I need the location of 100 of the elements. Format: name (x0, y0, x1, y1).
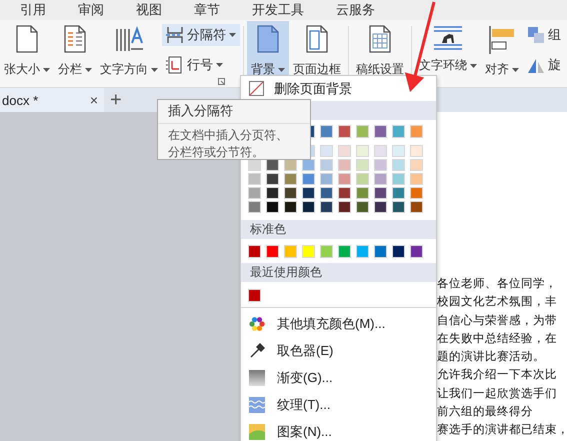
color-swatch[interactable] (374, 125, 387, 138)
menu-tab[interactable]: 视图 (136, 1, 162, 19)
color-swatch[interactable] (284, 173, 297, 185)
menu-tab[interactable]: 云服务 (336, 1, 375, 19)
dialog-launcher-icon[interactable] (218, 78, 225, 85)
color-swatch[interactable] (392, 187, 405, 199)
group-icon (527, 26, 545, 44)
color-swatch[interactable] (392, 173, 405, 185)
menu-tab[interactable]: 开发工具 (252, 1, 304, 19)
color-swatch[interactable] (284, 187, 297, 199)
color-swatch[interactable] (374, 187, 387, 199)
color-swatch[interactable] (338, 187, 351, 199)
color-swatch[interactable] (338, 145, 351, 157)
color-swatch[interactable] (320, 159, 333, 171)
caret-icon (85, 68, 92, 72)
color-swatch[interactable] (302, 187, 315, 199)
color-swatch[interactable] (248, 245, 261, 258)
color-swatch[interactable] (320, 125, 333, 138)
ribbon-button[interactable]: 行号 (162, 54, 240, 76)
color-swatch[interactable] (284, 245, 297, 258)
color-swatch[interactable] (338, 159, 351, 171)
color-swatch[interactable] (284, 159, 297, 171)
menu-item[interactable]: 删除页面背景 (241, 76, 436, 101)
menu-item[interactable]: 其他填充颜色(M)... (241, 310, 436, 337)
color-swatch[interactable] (320, 173, 333, 185)
color-swatch[interactable] (374, 245, 387, 258)
color-swatch[interactable] (248, 159, 261, 171)
color-swatch[interactable] (248, 187, 261, 199)
ribbon-button[interactable]: 旋 (523, 54, 565, 76)
color-swatch[interactable] (248, 201, 261, 213)
color-swatch[interactable] (410, 159, 423, 171)
color-swatch[interactable] (374, 145, 387, 157)
color-swatch[interactable] (248, 173, 261, 185)
color-swatch[interactable] (338, 245, 351, 258)
section-label: 最近使用颜色 (250, 264, 322, 281)
color-swatch[interactable] (392, 145, 405, 157)
menu-tab[interactable]: 章节 (194, 1, 220, 19)
menu-item[interactable]: 图案(N)... (241, 418, 436, 441)
color-swatch[interactable] (374, 159, 387, 171)
document-text-line: 赛选手的演讲都已结束， (437, 422, 567, 438)
color-swatch[interactable] (338, 201, 351, 213)
color-swatch[interactable] (320, 187, 333, 199)
color-swatch[interactable] (338, 173, 351, 185)
color-swatch[interactable] (266, 245, 279, 258)
ribbon-button[interactable]: 文字方向 (96, 21, 162, 87)
document-text-line: 让我们一起欣赏选手们 (437, 386, 557, 402)
color-swatch[interactable] (356, 173, 369, 185)
menu-item[interactable]: 纹理(T)... (241, 391, 436, 418)
color-swatch[interactable] (410, 173, 423, 185)
color-swatch[interactable] (374, 173, 387, 185)
ribbon-button[interactable]: 分栏 (54, 21, 96, 87)
color-swatch[interactable] (356, 159, 369, 171)
color-swatch[interactable] (338, 125, 351, 138)
color-swatch[interactable] (320, 245, 333, 258)
color-swatch[interactable] (392, 125, 405, 138)
caret-icon (151, 68, 158, 72)
color-swatch[interactable] (392, 201, 405, 213)
ribbon-button[interactable]: 组 (523, 24, 565, 46)
document-text-line: 允许我介绍一下本次比 (437, 368, 557, 384)
texture-icon (249, 396, 265, 412)
document-text-line: 各位老师、各位同学， (437, 276, 557, 292)
menu-item[interactable]: 取色器(E) (241, 337, 436, 364)
color-swatch[interactable] (356, 245, 369, 258)
color-swatch[interactable] (374, 201, 387, 213)
color-swatch[interactable] (410, 125, 423, 138)
color-swatch[interactable] (410, 145, 423, 157)
ribbon-button[interactable]: 张大小 (0, 21, 54, 87)
color-swatch[interactable] (266, 201, 279, 213)
color-swatch[interactable] (266, 159, 279, 171)
ribbon-button[interactable]: 对齐 (481, 21, 523, 87)
tooltip-text: 在文档中插入分页符、 (168, 127, 288, 144)
menu-tab[interactable]: 审阅 (78, 1, 104, 19)
menu-item[interactable]: 渐变(G)... (241, 364, 436, 391)
color-swatch[interactable] (410, 187, 423, 199)
new-tab-button[interactable]: + (110, 90, 122, 110)
color-swatch[interactable] (392, 159, 405, 171)
color-swatch[interactable] (356, 187, 369, 199)
document-tab[interactable]: docx * × (0, 88, 104, 112)
color-swatch[interactable] (320, 201, 333, 213)
color-swatch[interactable] (302, 245, 315, 258)
color-swatch[interactable] (302, 173, 315, 185)
color-swatch[interactable] (410, 201, 423, 213)
color-swatch[interactable] (392, 245, 405, 258)
color-swatch[interactable] (356, 125, 369, 138)
color-swatch[interactable] (284, 201, 297, 213)
color-swatch[interactable] (302, 201, 315, 213)
close-button[interactable]: × (88, 92, 100, 108)
color-swatch[interactable] (302, 159, 315, 171)
color-swatch[interactable] (266, 187, 279, 199)
color-swatch[interactable] (356, 145, 369, 157)
color-swatch[interactable] (356, 201, 369, 213)
menu-tab[interactable]: 引用 (20, 1, 46, 19)
color-swatch[interactable] (266, 173, 279, 185)
color-swatch[interactable] (248, 289, 261, 302)
color-wheel-icon (249, 316, 265, 332)
color-swatch[interactable] (410, 245, 423, 258)
document-text-line: 校园文化艺术氛围，丰 (437, 294, 557, 310)
color-swatch[interactable] (320, 145, 333, 157)
caret-icon (229, 33, 236, 37)
ribbon-button[interactable]: 分隔符 (162, 24, 240, 46)
